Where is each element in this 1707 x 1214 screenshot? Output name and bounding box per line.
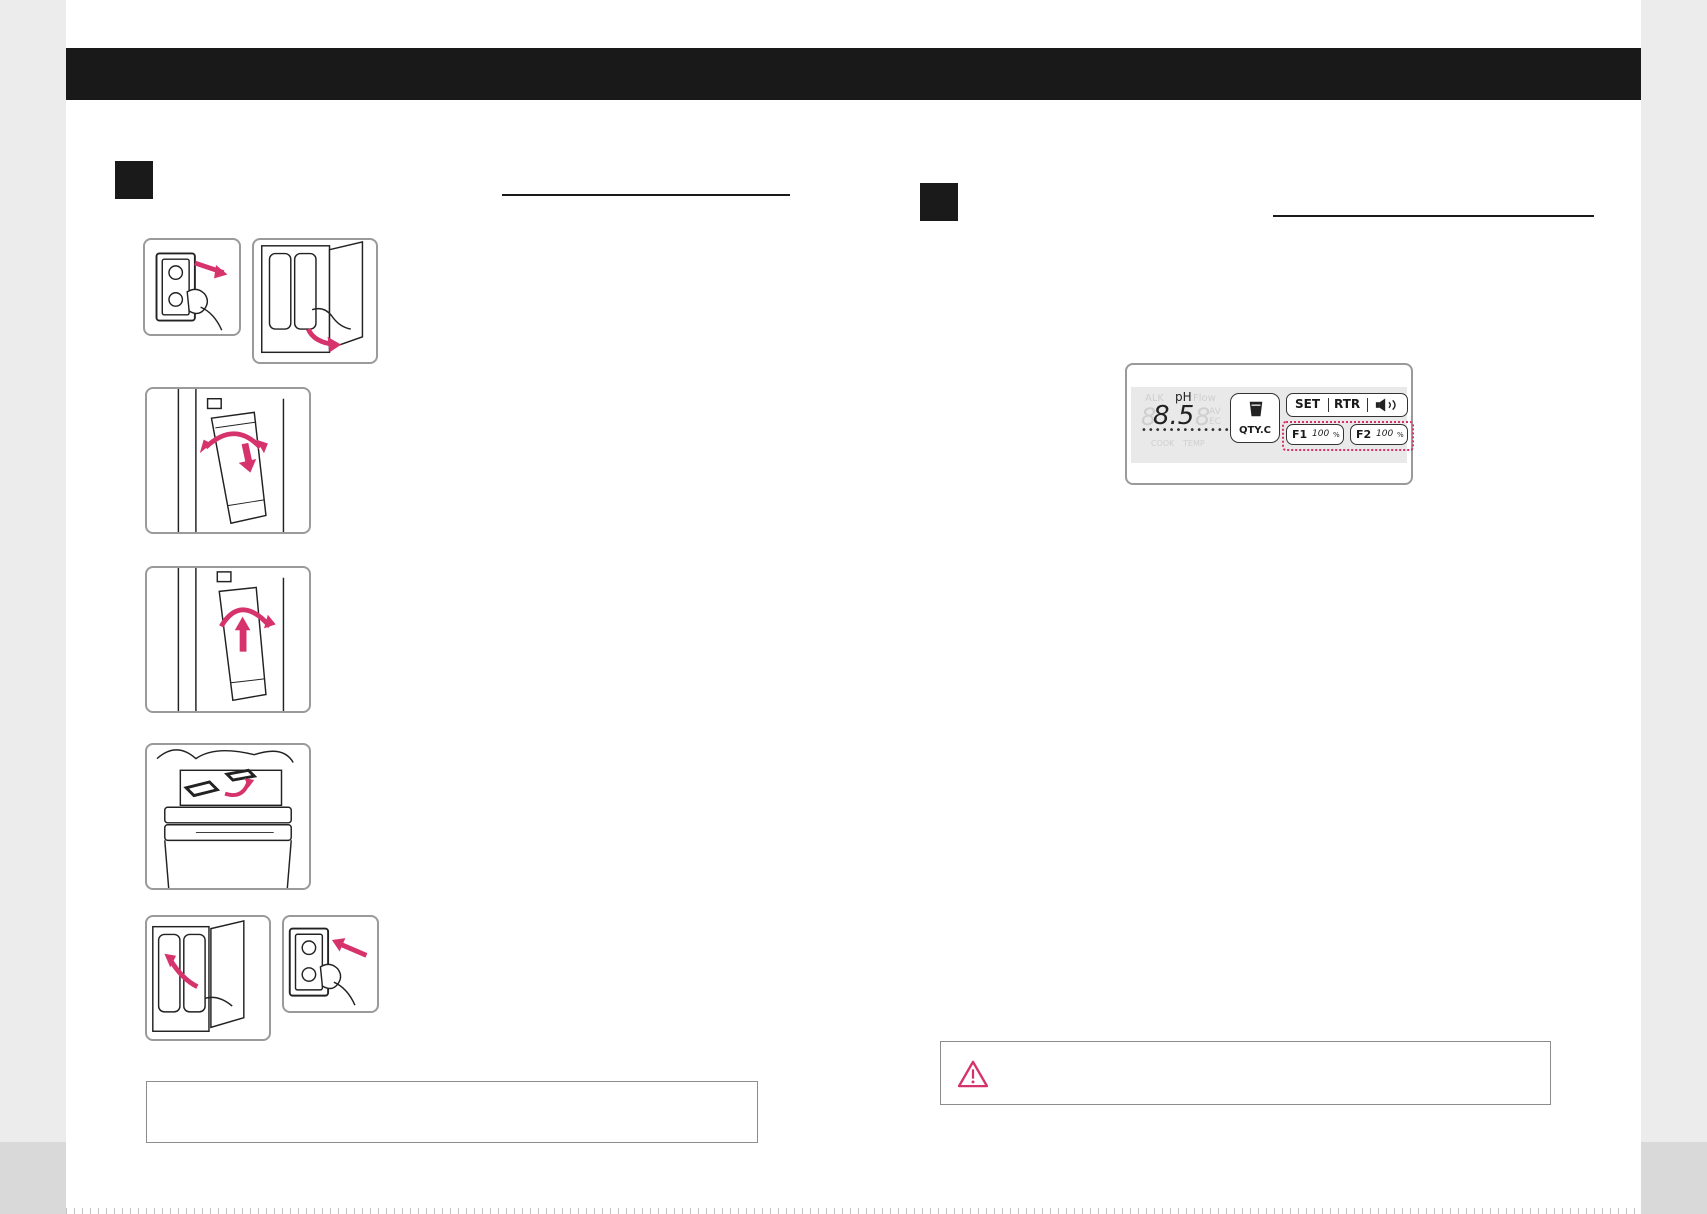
arrow-icon [338, 941, 368, 958]
footer-tab-right [1641, 1142, 1707, 1214]
f2-label: F2 [1356, 428, 1372, 441]
section-marker-left [115, 161, 153, 199]
plug-icon [155, 252, 223, 331]
qty-label: QTY.C [1238, 425, 1272, 436]
f2-value: 100 [1376, 429, 1394, 439]
divider [1367, 398, 1368, 412]
illustration-insert-filter [145, 566, 311, 713]
f2-percent: % [1397, 431, 1404, 439]
footer-tab-left [0, 1142, 66, 1214]
f1-value: 100 [1312, 429, 1330, 439]
f1-percent: % [1333, 431, 1340, 439]
f1-label: F1 [1292, 428, 1308, 441]
panel-display-area: ALK pH Flow 8 8.5 8 AV EC ••••••••••••••… [1131, 387, 1414, 463]
warning-box [940, 1041, 1551, 1105]
plug-icon [288, 927, 356, 1006]
f2-button[interactable]: F2 100 % [1350, 424, 1408, 445]
illustration-open-door [252, 238, 378, 364]
left-margin [0, 0, 66, 1214]
temp-label: TEMP [1183, 439, 1205, 448]
illustration-unplug [143, 238, 241, 336]
illustration-remove-filter [145, 387, 311, 534]
note-box-left [146, 1081, 758, 1143]
cook-label: COOK [1151, 439, 1175, 448]
illustration-close-door [145, 915, 271, 1041]
illustration-plug-in [282, 915, 379, 1013]
cup-icon [1249, 401, 1263, 417]
right-margin [1641, 0, 1707, 1214]
f1-button[interactable]: F1 100 % [1286, 424, 1344, 445]
speaker-icon[interactable] [1374, 397, 1402, 413]
crop-marks [66, 1208, 1641, 1214]
section-rule-left [502, 194, 790, 196]
illustration-replace-cap [145, 743, 311, 890]
rtr-button[interactable]: RTR [1334, 397, 1360, 411]
section-marker-right [920, 183, 958, 221]
section-rule-right [1273, 215, 1594, 217]
set-rtr-sound-buttons: SET RTR [1286, 393, 1408, 417]
av-label: AV [1209, 407, 1221, 417]
set-button[interactable]: SET [1295, 397, 1320, 411]
control-panel: ALK pH Flow 8 8.5 8 AV EC ••••••••••••••… [1125, 363, 1414, 485]
warning-icon [957, 1060, 989, 1088]
qty-button[interactable]: QTY.C [1230, 393, 1280, 443]
divider [1328, 398, 1329, 412]
header-bar [66, 48, 1641, 100]
